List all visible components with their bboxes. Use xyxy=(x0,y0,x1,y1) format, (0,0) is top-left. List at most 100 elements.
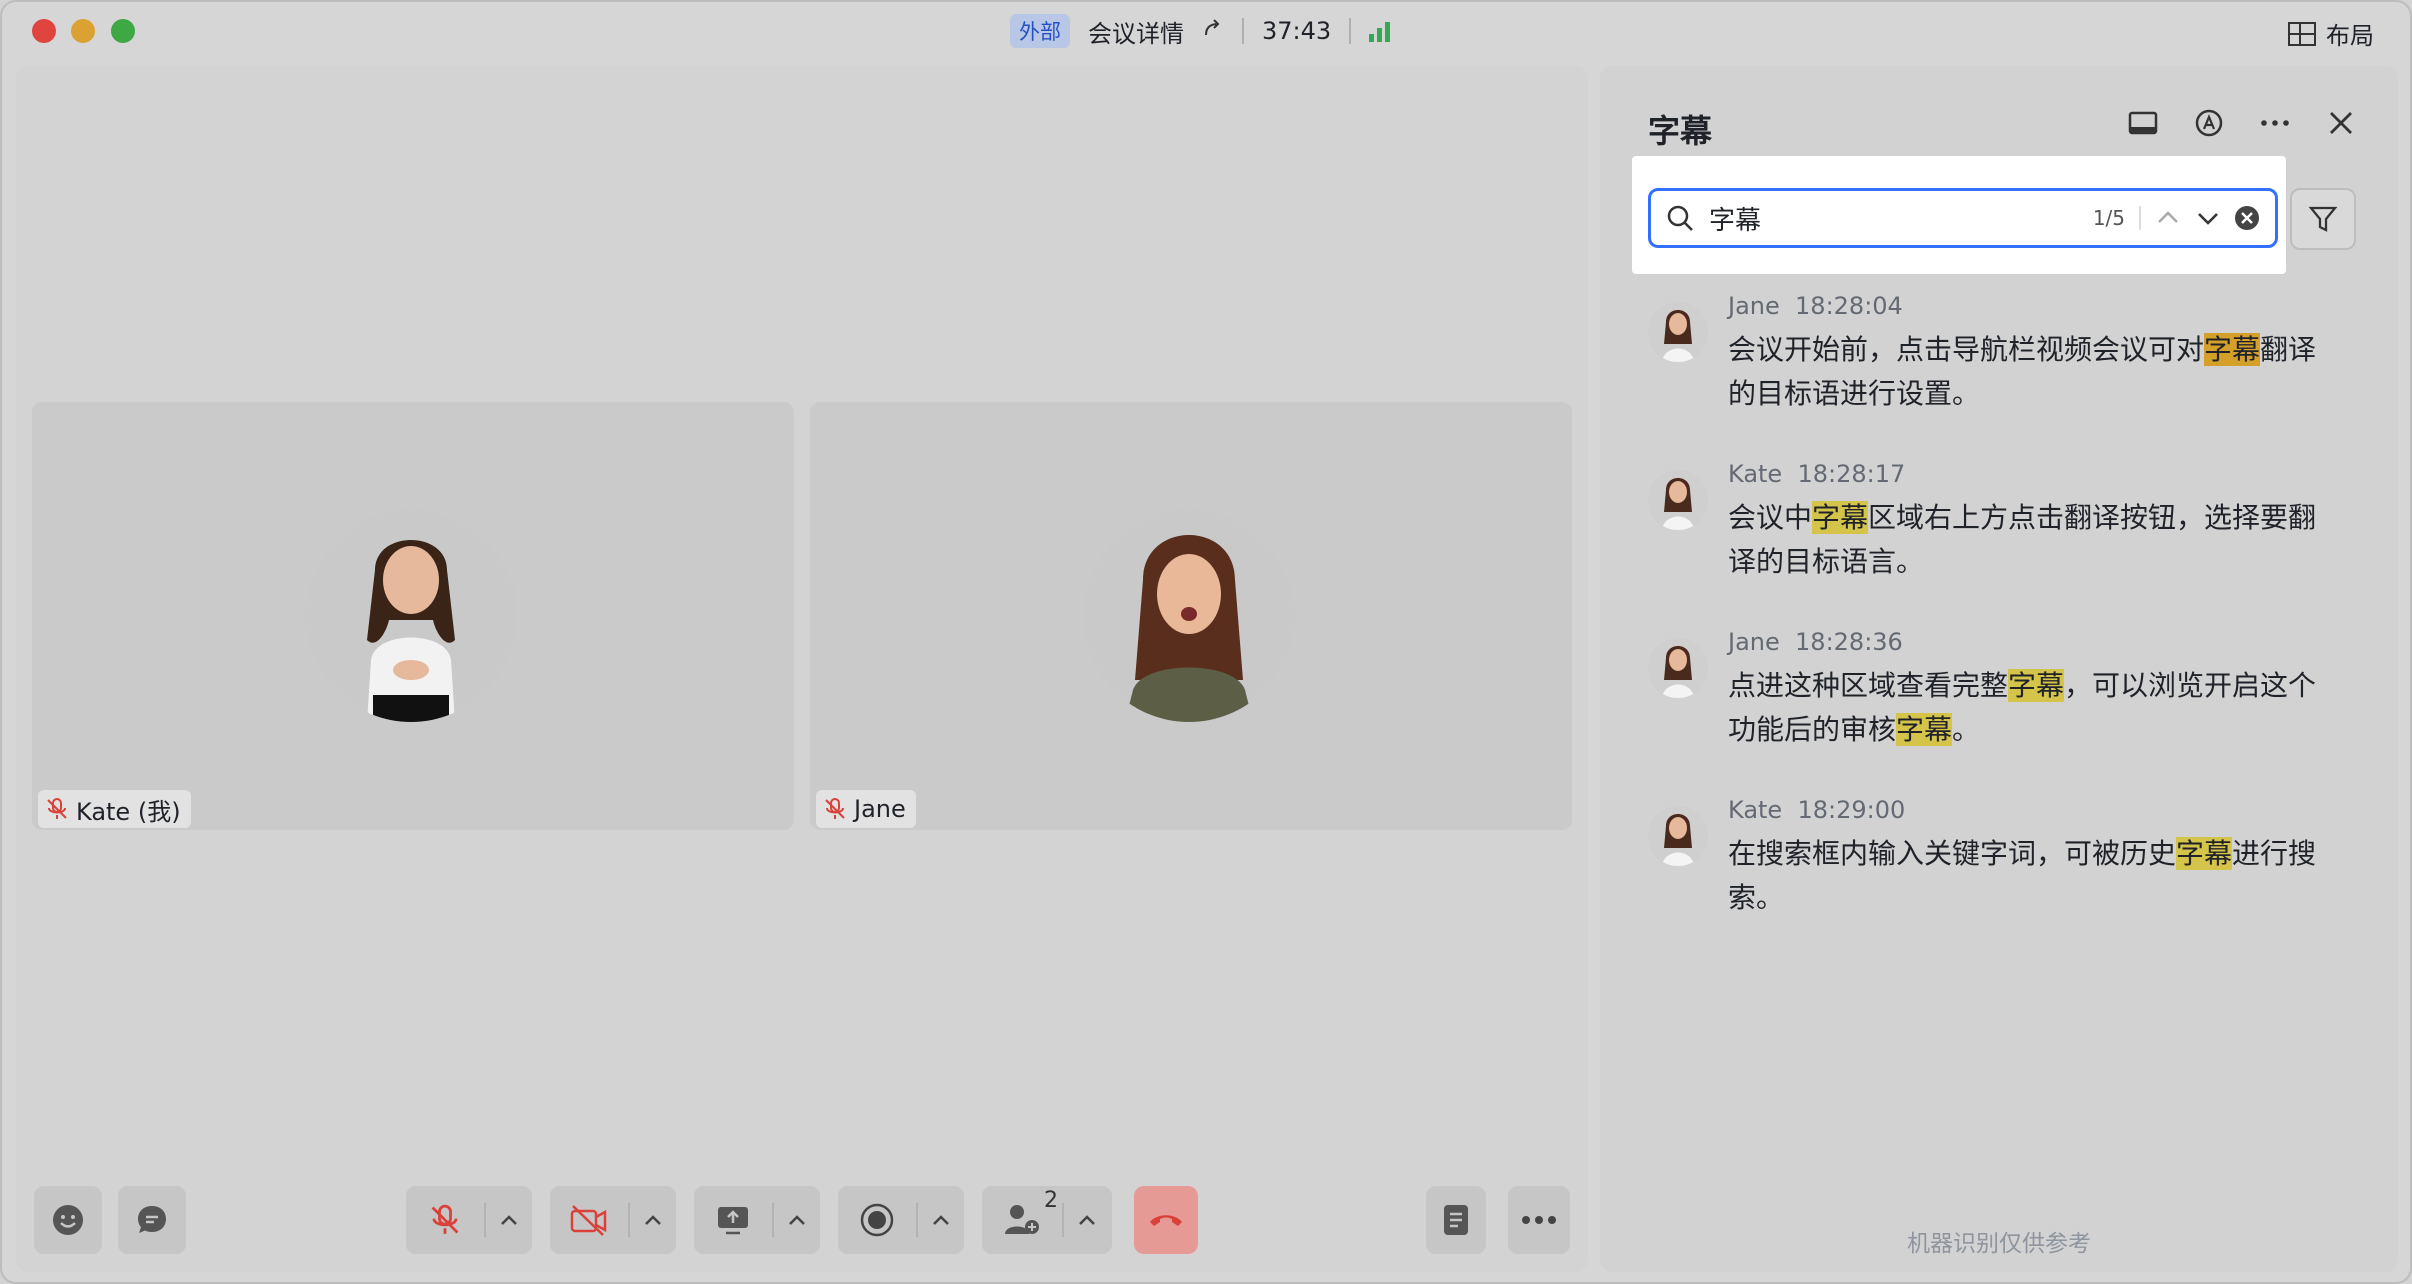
more-options-button[interactable] xyxy=(1508,1186,1570,1254)
search-highlight: 字幕 xyxy=(1896,713,1953,746)
participants-options-button[interactable] xyxy=(1062,1203,1110,1237)
toggle-camera-button[interactable] xyxy=(550,1203,628,1237)
subtitle-time: 18:28:04 xyxy=(1795,292,1903,320)
chevron-up-icon xyxy=(645,1215,661,1225)
record-control[interactable] xyxy=(838,1186,964,1254)
speaker-name: Jane xyxy=(1728,292,1780,320)
chevron-up-icon xyxy=(933,1215,949,1225)
panel-title: 字幕 xyxy=(1648,112,1713,150)
subtitle-meta: Jane 18:28:04 xyxy=(1728,292,1903,320)
participants-icon xyxy=(1005,1205,1039,1234)
subtitle-time: 18:28:36 xyxy=(1795,628,1903,656)
subtitle-text[interactable]: 点进这种区域查看完整字幕，可以浏览开启这个功能后的审核字幕。 xyxy=(1728,664,2328,752)
text-segment: 点进这种区域查看完整 xyxy=(1728,669,2009,702)
meeting-toolbar: 2 xyxy=(16,1186,1588,1264)
layout-grid-icon xyxy=(2288,21,2316,46)
close-window-button[interactable] xyxy=(32,19,56,43)
toggle-microphone-button[interactable] xyxy=(406,1202,484,1238)
share-options-button[interactable] xyxy=(772,1203,820,1237)
search-input[interactable] xyxy=(1709,203,2093,233)
search-icon xyxy=(1667,205,1693,231)
record-options-button[interactable] xyxy=(916,1203,964,1237)
avatar xyxy=(1648,470,1708,530)
filter-button[interactable] xyxy=(2290,188,2356,250)
subtitle-text[interactable]: 在搜索框内输入关键字词，可被历史字幕进行搜索。 xyxy=(1728,832,2328,920)
hang-up-icon xyxy=(1150,1215,1182,1226)
subtitle-entry: Jane 18:28:36 点进这种区域查看完整字幕，可以浏览开启这个功能后的审… xyxy=(1648,628,2348,748)
record-button[interactable] xyxy=(838,1202,916,1238)
avatar xyxy=(305,510,517,722)
reaction-button[interactable] xyxy=(34,1186,102,1254)
next-result-icon[interactable] xyxy=(2193,203,2223,233)
layout-label: 布局 xyxy=(2326,22,2374,50)
maximize-window-button[interactable] xyxy=(111,19,135,43)
participant-name-tag: Kate (我) xyxy=(38,790,191,828)
layout-button[interactable]: 布局 xyxy=(2288,16,2374,51)
previous-result-icon[interactable] xyxy=(2153,203,2183,233)
chevron-up-icon xyxy=(1079,1215,1095,1225)
participants-count: 2 xyxy=(1044,1188,1058,1213)
participants-control[interactable]: 2 xyxy=(982,1186,1112,1254)
text-segment: 。 xyxy=(1952,713,1981,746)
share-screen-button[interactable] xyxy=(694,1203,772,1237)
mic-off-icon xyxy=(825,798,845,819)
dock-panel-icon[interactable] xyxy=(2126,106,2160,140)
more-horizontal-icon[interactable] xyxy=(2258,106,2292,140)
video-tile-jane[interactable]: Jane xyxy=(810,402,1572,830)
avatar xyxy=(1083,510,1295,722)
microphone-options-button[interactable] xyxy=(484,1203,532,1237)
avatar xyxy=(1648,302,1708,362)
leave-meeting-button[interactable] xyxy=(1134,1186,1198,1254)
subtitle-entry: Jane 18:28:04 会议开始前，点击导航栏视频会议可对字幕翻译的目标语进… xyxy=(1648,292,2348,412)
share-screen-control[interactable] xyxy=(694,1186,820,1254)
mic-off-icon xyxy=(47,798,67,819)
speaker-name: Kate xyxy=(1728,796,1783,824)
video-stage: Kate (我) Jane 2 xyxy=(16,66,1588,1272)
search-highlight: 字幕 xyxy=(1812,501,1869,534)
video-tile-kate[interactable]: Kate (我) xyxy=(32,402,794,830)
subtitle-meta: Kate 18:28:17 xyxy=(1728,460,1905,488)
subtitle-meta: Kate 18:29:00 xyxy=(1728,796,1905,824)
document-icon xyxy=(1444,1205,1468,1235)
subtitle-search[interactable]: 1/5 xyxy=(1648,188,2278,248)
more-horizontal-icon xyxy=(1522,1216,1556,1224)
camera-off-icon xyxy=(570,1205,607,1236)
share-screen-icon xyxy=(718,1207,748,1235)
speaker-name: Kate xyxy=(1728,460,1783,488)
text-segment: 会议开始前，点击导航栏视频会议可对 xyxy=(1728,333,2205,366)
clear-search-icon[interactable] xyxy=(2233,204,2261,232)
meeting-details-link[interactable]: 会议详情 xyxy=(1088,14,1184,49)
camera-options-button[interactable] xyxy=(628,1203,676,1237)
title-bar: 外部 会议详情 37:43 布局 xyxy=(2,2,2410,62)
subtitle-meta: Jane 18:28:36 xyxy=(1728,628,1903,656)
notes-button[interactable] xyxy=(1426,1186,1486,1254)
share-icon[interactable] xyxy=(1202,17,1224,45)
minimize-window-button[interactable] xyxy=(71,19,95,43)
participants-button[interactable]: 2 xyxy=(984,1188,1062,1238)
avatar xyxy=(1648,806,1708,866)
chevron-up-icon xyxy=(501,1215,517,1225)
search-highlight-current: 字幕 xyxy=(2204,333,2261,366)
panel-actions xyxy=(2126,106,2358,140)
camera-control[interactable] xyxy=(550,1186,676,1254)
close-icon[interactable] xyxy=(2324,106,2358,140)
chat-button[interactable] xyxy=(118,1186,186,1254)
search-area: 1/5 xyxy=(1632,156,2286,274)
microphone-control[interactable] xyxy=(406,1186,532,1254)
divider xyxy=(1349,18,1352,44)
subtitle-entry: Kate 18:29:00 在搜索框内输入关键字词，可被历史字幕进行搜索。 xyxy=(1648,796,2348,916)
mic-off-icon xyxy=(431,1204,459,1234)
chevron-up-icon xyxy=(789,1215,805,1225)
search-result-count: 1/5 xyxy=(2092,206,2125,230)
network-signal-icon[interactable] xyxy=(1369,20,1391,42)
participant-name: Kate (我) xyxy=(76,797,181,826)
translate-icon[interactable] xyxy=(2192,106,2226,140)
chat-bubble-icon xyxy=(138,1206,166,1233)
search-highlight: 字幕 xyxy=(2008,669,2065,702)
subtitle-text[interactable]: 会议中字幕区域右上方点击翻译按钮，选择要翻译的目标语言。 xyxy=(1728,496,2328,584)
search-highlight: 字幕 xyxy=(2176,837,2233,870)
subtitle-time: 18:28:17 xyxy=(1797,460,1906,488)
meeting-window: 外部 会议详情 37:43 布局 Kate (我) Jane 2 字幕 字幕 1… xyxy=(0,0,2412,1284)
external-badge: 外部 xyxy=(1010,14,1070,48)
subtitle-text[interactable]: 会议开始前，点击导航栏视频会议可对字幕翻译的目标语进行设置。 xyxy=(1728,328,2328,416)
